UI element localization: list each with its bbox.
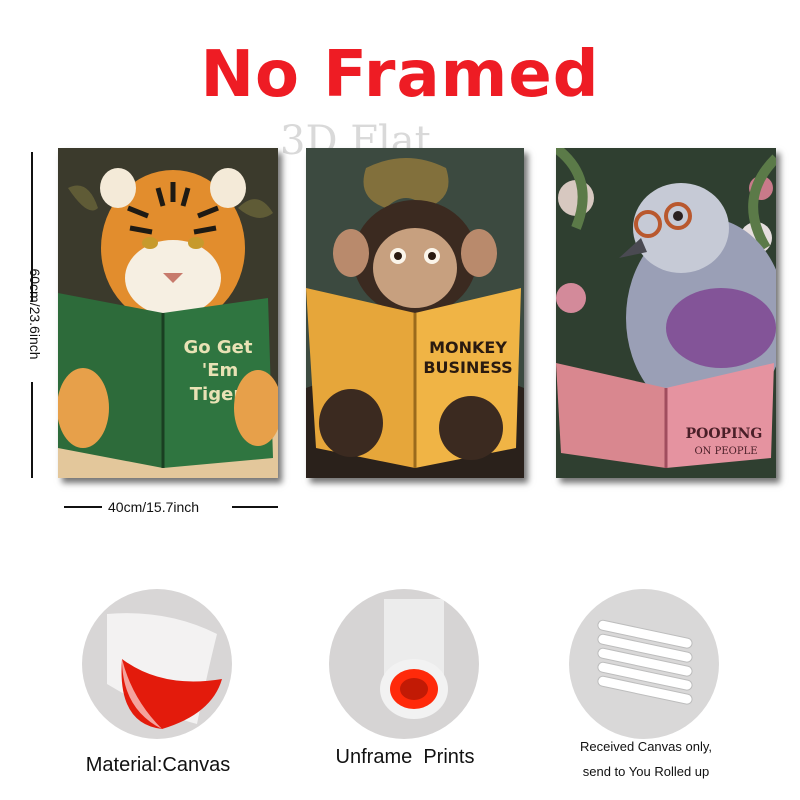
monkey-book-title-line1: MONKEY <box>429 338 507 357</box>
material-caption: Material:Canvas <box>85 754 231 776</box>
height-line-bottom <box>31 382 33 478</box>
poster-monkey: MONKEY BUSINESS <box>306 148 524 478</box>
pigeon-illustration: POOPING ON PEOPLE <box>556 148 776 478</box>
received-caption-line1: Received Canvas only, <box>580 739 712 754</box>
pigeon-book-title-line2: ON PEOPLE <box>694 446 757 457</box>
unframed-prints-photo <box>329 589 479 739</box>
poster-pigeon: POOPING ON PEOPLE <box>556 148 776 478</box>
material-canvas-photo <box>82 589 232 739</box>
rolled-print-icon <box>329 589 479 739</box>
canvas-roll-icon <box>82 589 232 739</box>
tiger-illustration: Go Get 'Em Tiger <box>58 148 278 478</box>
poster-tiger: Go Get 'Em Tiger <box>58 148 278 478</box>
rolled-canvas-photo <box>569 589 719 739</box>
monkey-book-title-line2: BUSINESS <box>423 358 512 377</box>
tiger-book-title-line2: 'Em <box>202 360 239 381</box>
width-line-right <box>232 506 278 508</box>
received-caption-line2: send to You Rolled up <box>582 764 710 779</box>
pigeon-book-title-line1: POOPING <box>686 426 763 442</box>
width-line-left <box>64 506 102 508</box>
width-dimension-label: 40cm/15.7inch <box>108 499 200 515</box>
rolled-tubes-icon <box>569 589 719 739</box>
monkey-illustration: MONKEY BUSINESS <box>306 148 524 478</box>
page-title: No Framed <box>200 38 600 112</box>
tiger-book-title-line1: Go Get <box>184 337 253 358</box>
height-dimension-label: 60cm/23.6inch <box>27 268 43 360</box>
unframe-caption: Unframe Prints <box>335 746 475 768</box>
